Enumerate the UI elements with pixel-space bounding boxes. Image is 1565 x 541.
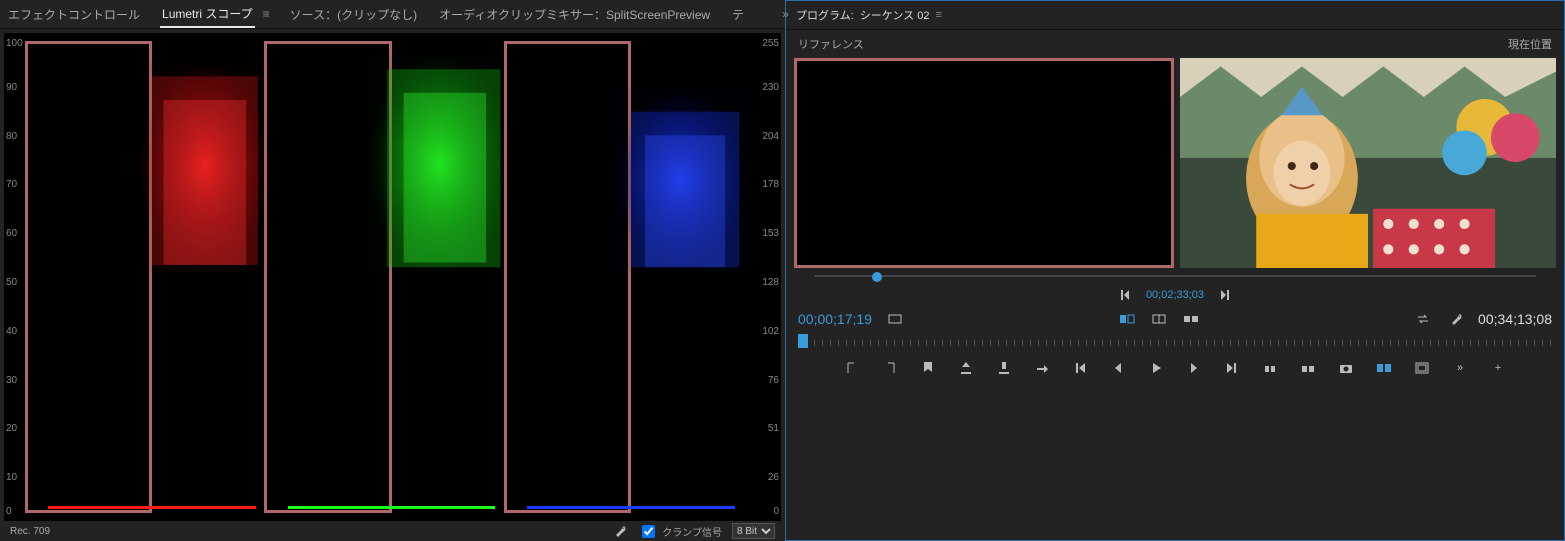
lumetri-scopes-panel: エフェクトコントロール Lumetri スコープ ≡ ソース：(クリップなし) …	[0, 0, 785, 541]
play-icon[interactable]	[1146, 358, 1166, 378]
tick: 20	[6, 423, 17, 434]
tick: 70	[6, 179, 17, 190]
go-to-out-icon[interactable]	[1216, 286, 1234, 304]
tick: 0	[6, 506, 12, 517]
program-sequence-name[interactable]: シーケンス 02	[860, 7, 930, 23]
tick: 50	[6, 277, 17, 288]
tick: 10	[6, 472, 17, 483]
scope-left-axis: 100 90 80 70 60 50 40 30 20 10 0	[6, 33, 26, 521]
button-editor-overflow-icon[interactable]: »	[1450, 358, 1470, 378]
wrench-icon[interactable]	[610, 522, 628, 540]
tick: 80	[6, 131, 17, 142]
step-forward-icon[interactable]	[1184, 358, 1204, 378]
reference-timecode[interactable]: 00;02;33;03	[1146, 289, 1204, 301]
overwrite-icon[interactable]	[994, 358, 1014, 378]
red-channel	[34, 41, 270, 513]
clamp-signal-checkbox[interactable]: クランプ信号	[638, 522, 722, 541]
program-scrubber[interactable]	[798, 334, 1552, 350]
go-to-in-icon[interactable]	[1116, 286, 1134, 304]
insert-icon[interactable]	[956, 358, 976, 378]
split-view-icon[interactable]	[1150, 310, 1168, 328]
bit-depth-select[interactable]: 8 Bit	[732, 523, 775, 539]
clamp-checkbox-input[interactable]	[642, 525, 655, 538]
go-to-in-point-icon[interactable]	[1070, 358, 1090, 378]
side-by-side-icon[interactable]	[1182, 310, 1200, 328]
settings-wrench-icon[interactable]	[1446, 310, 1464, 328]
tab-truncated[interactable]: テ	[730, 2, 746, 27]
export-frame-icon[interactable]	[1032, 358, 1052, 378]
panel-menu-icon[interactable]: ≡	[263, 7, 270, 21]
comparison-toggle-icon[interactable]	[1374, 358, 1394, 378]
tick: 100	[6, 38, 23, 49]
program-header: プログラム: シーケンス 02 ≡	[786, 1, 1564, 30]
reference-label: リファレンス	[798, 36, 864, 52]
lift-icon[interactable]	[1260, 358, 1280, 378]
red-waveform	[34, 41, 270, 277]
tick: 230	[762, 82, 779, 93]
tab-effect-controls[interactable]: エフェクトコントロール	[6, 2, 142, 27]
green-channel	[274, 41, 510, 513]
tick: 51	[768, 423, 779, 434]
mark-in-icon[interactable]	[842, 358, 862, 378]
scope-right-axis: 255 230 204 178 153 128 102 76 51 26 0	[755, 33, 779, 521]
tick: 76	[768, 375, 779, 386]
extract-icon[interactable]	[1298, 358, 1318, 378]
step-back-icon[interactable]	[1108, 358, 1128, 378]
reference-monitor[interactable]	[794, 58, 1174, 268]
fit-icon[interactable]	[886, 310, 904, 328]
blue-waveform	[513, 41, 749, 277]
colorspace-label: Rec. 709	[10, 526, 50, 537]
mark-out-icon[interactable]	[880, 358, 900, 378]
loop-icon[interactable]	[1414, 310, 1432, 328]
program-playhead[interactable]	[798, 334, 808, 348]
tick: 102	[762, 326, 779, 337]
tick: 255	[762, 38, 779, 49]
tick: 30	[6, 375, 17, 386]
blue-channel	[513, 41, 749, 513]
tab-audio-clip-mixer[interactable]: オーディオクリップミキサー：SplitScreenPreview	[437, 2, 712, 27]
source-panel-tabs: エフェクトコントロール Lumetri スコープ ≡ ソース：(クリップなし) …	[0, 0, 785, 29]
reference-playhead[interactable]	[872, 272, 882, 282]
rgb-parade-scope: 100 90 80 70 60 50 40 30 20 10 0 255 230…	[4, 33, 781, 521]
tab-source[interactable]: ソース：(クリップなし)	[288, 2, 419, 27]
tick: 128	[762, 277, 779, 288]
red-baseline	[48, 506, 255, 509]
playhead-timecode[interactable]: 00;00;17;19	[798, 311, 872, 327]
tab-lumetri-scopes[interactable]: Lumetri スコープ	[160, 1, 255, 28]
tick: 90	[6, 82, 17, 93]
tick: 204	[762, 131, 779, 142]
comparison-view-icon[interactable]	[1118, 310, 1136, 328]
transport-bar: » +	[794, 350, 1556, 386]
preview-image	[1180, 58, 1556, 268]
scope-status-bar: Rec. 709 クランプ信号 8 Bit	[0, 521, 785, 541]
tick: 26	[768, 472, 779, 483]
green-waveform	[274, 41, 510, 277]
current-position-label: 現在位置	[1508, 36, 1552, 52]
tick: 40	[6, 326, 17, 337]
blue-baseline	[527, 506, 734, 509]
clamp-label: クランプ信号	[662, 524, 722, 539]
tabs-overflow-icon[interactable]: »	[782, 7, 789, 21]
green-baseline	[288, 506, 495, 509]
safe-margins-icon[interactable]	[1412, 358, 1432, 378]
camera-icon[interactable]	[1336, 358, 1356, 378]
current-monitor[interactable]	[1180, 58, 1556, 268]
add-marker-icon[interactable]	[918, 358, 938, 378]
tick: 153	[762, 228, 779, 239]
panel-menu-icon[interactable]: ≡	[935, 9, 941, 21]
duration-timecode: 00;34;13;08	[1478, 311, 1552, 327]
reference-scrubber[interactable]	[814, 272, 1536, 280]
program-title-prefix: プログラム:	[796, 7, 854, 23]
tick: 178	[762, 179, 779, 190]
go-to-out-point-icon[interactable]	[1222, 358, 1242, 378]
tick: 0	[773, 506, 779, 517]
button-editor-plus-icon[interactable]: +	[1488, 358, 1508, 378]
tick: 60	[6, 228, 17, 239]
program-monitor-panel: プログラム: シーケンス 02 ≡ リファレンス 現在位置	[785, 0, 1565, 541]
